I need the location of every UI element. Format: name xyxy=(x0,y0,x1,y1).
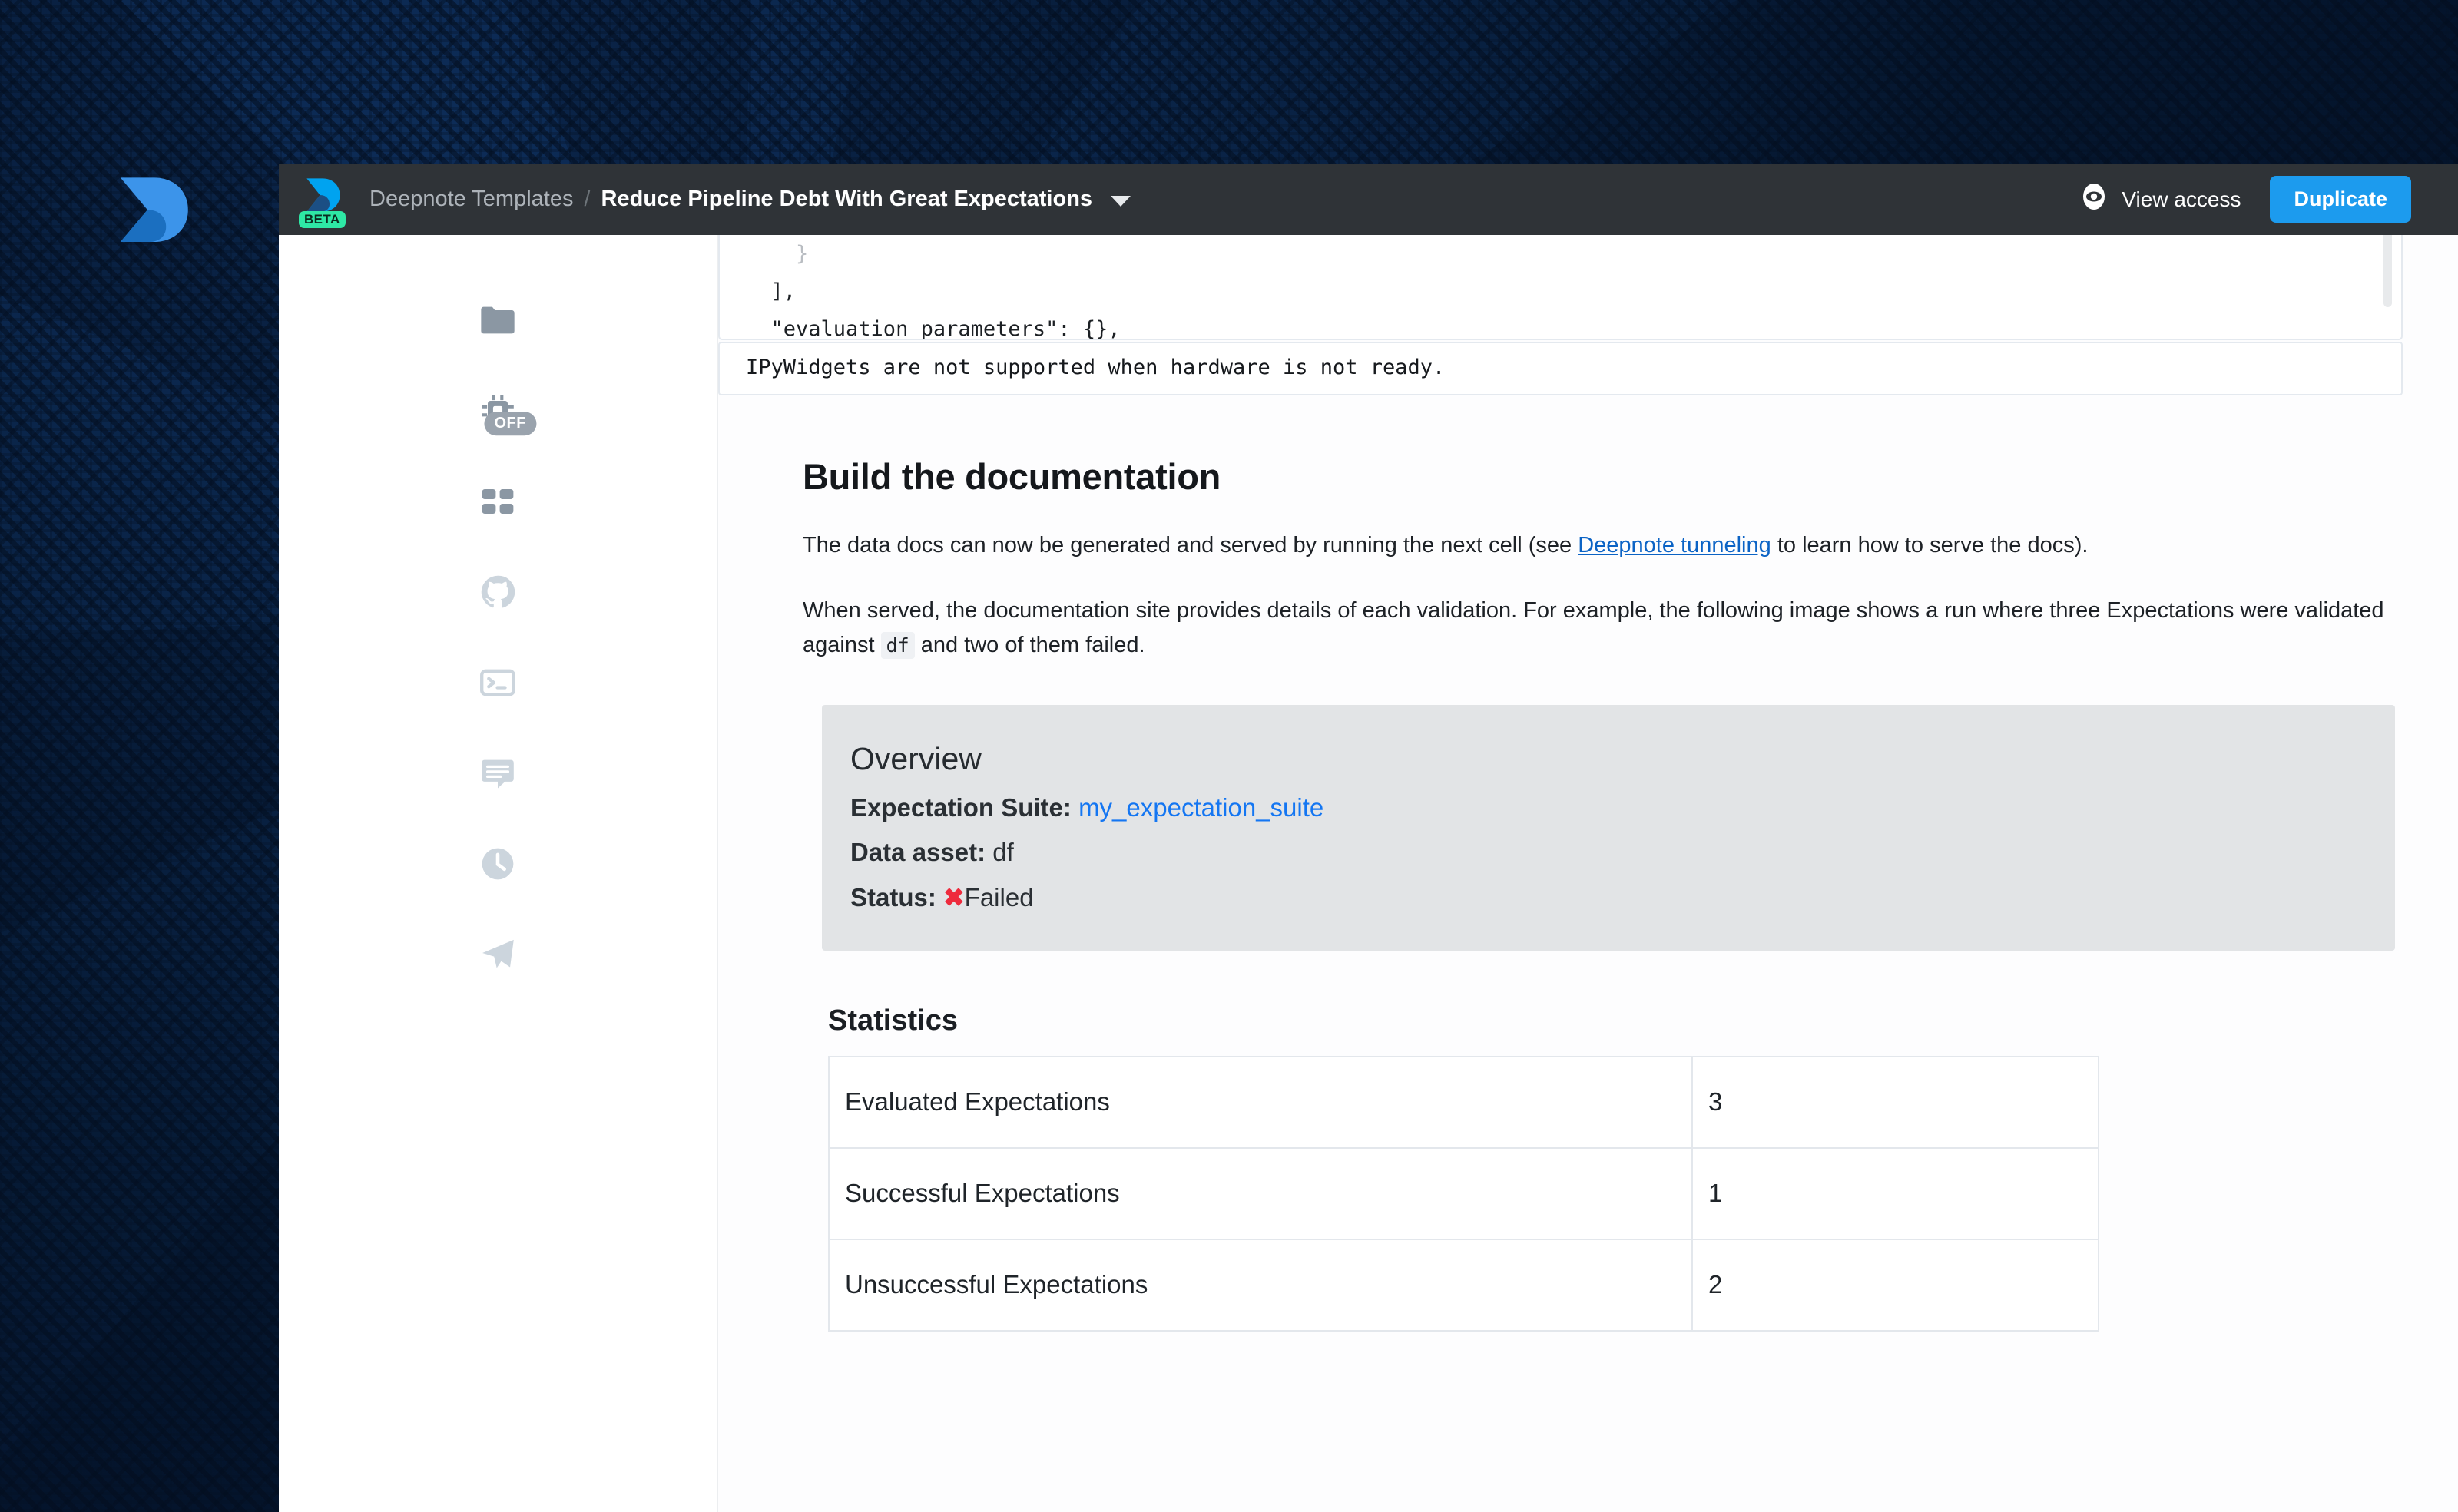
sidebar-item-history[interactable] xyxy=(461,819,535,909)
overview-status-label: Status: xyxy=(850,883,943,912)
overview-suite-row: Expectation Suite: my_expectation_suite xyxy=(850,793,2395,822)
overview-asset-label: Data asset: xyxy=(850,838,992,866)
clock-icon xyxy=(478,844,518,884)
statistics-table: Evaluated Expectations 3 Successful Expe… xyxy=(828,1056,2099,1332)
overview-panel: Overview Expectation Suite: my_expectati… xyxy=(822,705,2395,951)
caret-down-icon[interactable] xyxy=(1111,196,1131,207)
terminal-icon xyxy=(478,663,518,703)
overview-suite-label: Expectation Suite: xyxy=(850,793,1078,822)
comment-icon xyxy=(478,753,518,793)
markdown-block: Build the documentation The data docs ca… xyxy=(718,455,2458,663)
deepnote-logo xyxy=(114,166,198,250)
breadcrumb-separator: / xyxy=(584,187,590,212)
cell-output: IPyWidgets are not supported when hardwa… xyxy=(718,342,2403,395)
app-logo[interactable]: BETA xyxy=(299,174,349,225)
section-heading: Build the documentation xyxy=(803,455,2391,498)
eye-icon xyxy=(2079,182,2109,217)
hardware-off-badge: OFF xyxy=(484,412,536,435)
stat-value: 2 xyxy=(1692,1239,2099,1331)
overview-status-row: Status: ✖Failed xyxy=(850,882,2395,912)
view-access-button[interactable]: View access xyxy=(2079,182,2241,217)
code-line: ], xyxy=(720,273,2401,310)
duplicate-button[interactable]: Duplicate xyxy=(2270,176,2411,223)
sidebar-item-comments[interactable] xyxy=(461,728,535,819)
code-line: "evaluation_parameters": {}, xyxy=(720,310,2401,340)
output-text: IPyWidgets are not supported when hardwa… xyxy=(720,354,2401,382)
deepnote-tunneling-link[interactable]: Deepnote tunneling xyxy=(1578,533,1771,557)
table-row: Successful Expectations 1 xyxy=(829,1148,2099,1239)
deepnote-mark-icon xyxy=(303,174,345,216)
overview-title: Overview xyxy=(850,741,2395,777)
table-row: Evaluated Expectations 3 xyxy=(829,1057,2099,1148)
app-header: BETA Deepnote Templates / Reduce Pipelin… xyxy=(279,164,2458,235)
statistics-title: Statistics xyxy=(828,1004,2458,1037)
page-title: Reduce Pipeline Debt With Great Expectat… xyxy=(601,187,1093,212)
left-sidebar: OFF xyxy=(279,235,718,1512)
deepnote-app-window: BETA Deepnote Templates / Reduce Pipelin… xyxy=(279,164,2458,1512)
app-body: OFF xyxy=(279,235,2458,1512)
view-access-label: View access xyxy=(2122,187,2241,212)
red-x-icon: ✖ xyxy=(943,883,965,912)
sidebar-item-files[interactable] xyxy=(461,275,535,366)
beta-badge: BETA xyxy=(299,211,346,228)
github-icon xyxy=(478,572,518,612)
table-row: Unsuccessful Expectations 2 xyxy=(829,1239,2099,1331)
stat-label: Successful Expectations xyxy=(829,1148,1692,1239)
overview-status-value: Failed xyxy=(965,883,1034,912)
stat-value: 1 xyxy=(1692,1148,2099,1239)
code-line: } xyxy=(720,235,2401,273)
sidebar-item-hardware[interactable]: OFF xyxy=(461,366,535,456)
paragraph-text: The data docs can now be generated and s… xyxy=(803,533,1578,557)
sidebar-item-integrations[interactable] xyxy=(461,456,535,547)
paragraph-text: and two of them failed. xyxy=(915,633,1145,657)
stat-label: Unsuccessful Expectations xyxy=(829,1239,1692,1331)
sidebar-item-publish[interactable] xyxy=(461,909,535,1000)
notebook: } ], "evaluation_parameters": {}, IPyWid… xyxy=(718,235,2458,1332)
overview-suite-value[interactable]: my_expectation_suite xyxy=(1078,793,1323,822)
paragraph-tunneling: The data docs can now be generated and s… xyxy=(803,528,2391,563)
sidebar-item-github[interactable] xyxy=(461,547,535,637)
paragraph-validation: When served, the documentation site prov… xyxy=(803,594,2391,663)
code-cell[interactable]: } ], "evaluation_parameters": {}, xyxy=(718,235,2403,340)
stat-label: Evaluated Expectations xyxy=(829,1057,1692,1148)
paragraph-text: to learn how to serve the docs). xyxy=(1771,533,2089,557)
overview-asset-value: df xyxy=(992,838,1014,866)
blocks-icon xyxy=(478,481,518,521)
code-cell-scrollbar[interactable] xyxy=(2383,235,2392,307)
sidebar-item-terminal[interactable] xyxy=(461,637,535,728)
folder-icon xyxy=(478,300,518,340)
breadcrumb-root[interactable]: Deepnote Templates xyxy=(369,187,573,212)
overview-asset-row: Data asset: df xyxy=(850,838,2395,867)
inline-code-df: df xyxy=(881,632,915,659)
header-actions: View access Duplicate xyxy=(2079,164,2458,235)
send-icon xyxy=(478,935,518,974)
notebook-canvas[interactable]: } ], "evaluation_parameters": {}, IPyWid… xyxy=(718,235,2458,1512)
stat-value: 3 xyxy=(1692,1057,2099,1148)
